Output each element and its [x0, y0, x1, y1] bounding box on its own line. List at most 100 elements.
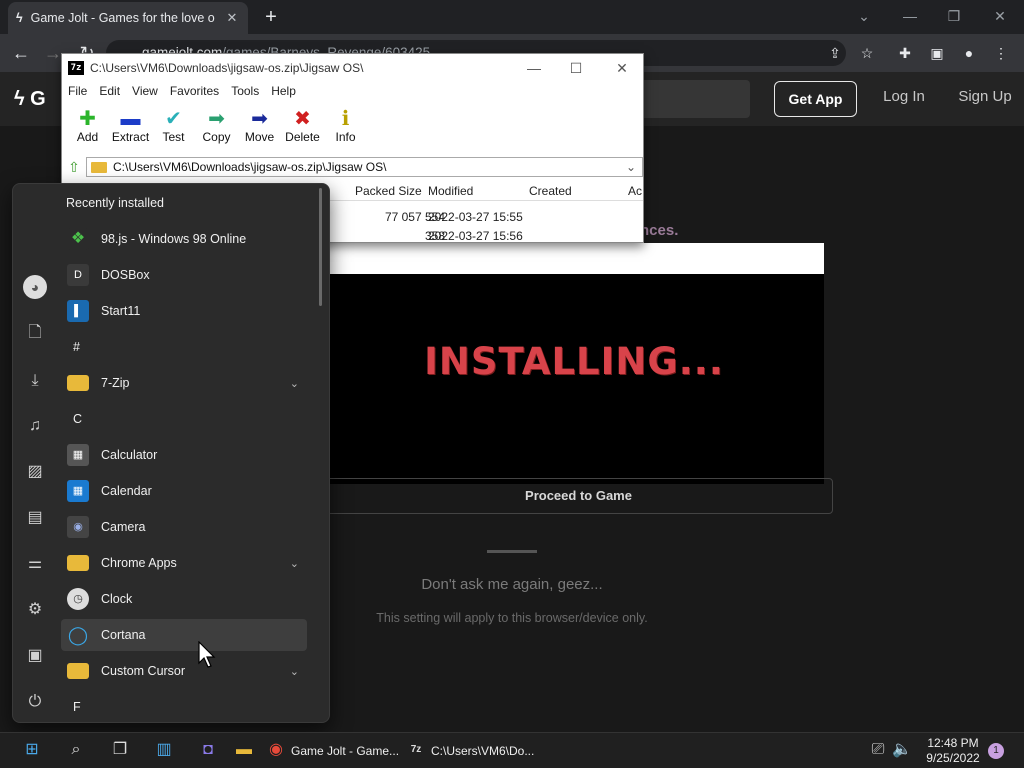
letter-header-c[interactable]: C	[73, 412, 82, 426]
music-icon[interactable]: ♫	[23, 414, 47, 438]
volume-icon[interactable]: 🔈	[890, 738, 914, 762]
app-calendar[interactable]: ▦ Calendar	[61, 475, 307, 507]
tab-close-icon[interactable]: ✕	[224, 10, 240, 26]
app-label: Cortana	[101, 628, 146, 642]
dosbox-icon: D	[67, 264, 89, 286]
calendar-icon: ▦	[67, 480, 89, 502]
documents-icon[interactable]: 🗋	[23, 321, 47, 345]
power-icon[interactable]: ⏻	[23, 690, 47, 714]
sevenzip-taskbar-icon[interactable]: 7z	[404, 738, 428, 762]
notification-badge[interactable]: 1	[988, 743, 1004, 759]
app-label: Calendar	[101, 484, 152, 498]
app-folder-7zip[interactable]: 7-Zip ⌄	[61, 367, 307, 399]
menu-tools[interactable]: Tools	[225, 84, 265, 104]
network-icon[interactable]: ⎚	[866, 738, 890, 762]
get-app-button[interactable]: Get App	[774, 81, 857, 117]
zip-close-icon[interactable]: ✕	[612, 60, 632, 76]
start-left-rail: ◕ 🗋 ⤓ ♫ ▨ ▤ ⚌ ⚙ ▣ ⏻	[13, 184, 57, 724]
sign-up-link[interactable]: Sign Up	[950, 88, 1020, 105]
path-dropdown-icon[interactable]: ⌄	[626, 160, 642, 174]
sevenzip-titlebar[interactable]: 7z C:\Users\VM6\Downloads\jigsaw-os.zip\…	[62, 54, 643, 82]
taskbar-7zip-label[interactable]: C:\Users\VM6\Do...	[431, 744, 534, 758]
browser-tab[interactable]: ϟ Game Jolt - Games for the love o ✕	[8, 2, 248, 34]
personalization-icon[interactable]: ⚌	[23, 552, 47, 576]
start-scrollbar[interactable]	[319, 188, 322, 306]
app-label: Chrome Apps	[101, 556, 177, 570]
bookmark-star-icon[interactable]: ☆	[856, 42, 878, 64]
chrome-icon[interactable]: ◉	[264, 738, 288, 762]
sevenzip-path-input[interactable]: C:\Users\VM6\Downloads\jigsaw-os.zip\Jig…	[86, 157, 643, 177]
move-button[interactable]: ➡ Move	[238, 104, 281, 152]
app-calculator[interactable]: ▦ Calculator	[61, 439, 307, 471]
windows-start-icon[interactable]: ⊞	[20, 738, 44, 762]
app-cortana[interactable]: ◯ Cortana	[61, 619, 307, 651]
col-created[interactable]: Created	[529, 184, 572, 198]
share-icon[interactable]: ⇪	[824, 42, 846, 64]
task-view-icon[interactable]: ❐	[108, 738, 132, 762]
sevenzip-menubar: File Edit View Favorites Tools Help	[62, 84, 643, 104]
app-label: Clock	[101, 592, 133, 606]
profile-icon[interactable]: ●	[958, 42, 980, 64]
move-arrow-icon: ➡	[251, 108, 268, 130]
file-explorer-icon[interactable]: ▣	[23, 644, 47, 668]
up-folder-icon[interactable]: ⇧	[62, 159, 86, 176]
folder-icon	[67, 375, 89, 391]
close-window-icon[interactable]: ✕	[986, 4, 1014, 28]
app-label: Custom Cursor	[101, 664, 186, 678]
new-tab-button[interactable]: +	[260, 6, 282, 28]
widgets-icon[interactable]: ▥	[152, 738, 176, 762]
col-attributes[interactable]: Ac	[628, 184, 642, 198]
kebab-menu-icon[interactable]: ⋮	[990, 42, 1012, 64]
minimize-icon[interactable]: —	[896, 4, 924, 28]
proceed-to-game-button[interactable]: Proceed to Game	[324, 478, 833, 514]
zip-minimize-icon[interactable]: —	[524, 60, 544, 76]
zip-maximize-icon[interactable]: ☐	[566, 60, 586, 76]
add-button[interactable]: ✚ Add	[66, 104, 109, 152]
extract-button[interactable]: ▬ Extract	[109, 104, 152, 152]
letter-header-hash[interactable]: #	[73, 340, 80, 354]
windows98-icon: ❖	[67, 228, 89, 250]
downloads-icon[interactable]: ⤓	[23, 369, 47, 393]
menu-favorites[interactable]: Favorites	[164, 84, 225, 104]
app-camera[interactable]: ◉ Camera	[61, 511, 307, 543]
teams-chat-icon[interactable]: ◘	[196, 738, 220, 762]
app-clock[interactable]: ◷ Clock	[61, 583, 307, 615]
app-98js[interactable]: ❖ 98.js - Windows 98 Online	[61, 223, 307, 255]
search-icon[interactable]: ⌕	[64, 738, 88, 762]
restore-icon[interactable]: ❐	[940, 4, 968, 28]
tab-search-icon[interactable]: ⌄	[850, 4, 878, 28]
delete-button[interactable]: ✖ Delete	[281, 104, 324, 152]
menu-help[interactable]: Help	[265, 84, 302, 104]
preferences-text-fragment: nces.	[640, 222, 679, 239]
pictures-icon[interactable]: ▨	[23, 460, 47, 484]
log-in-link[interactable]: Log In	[872, 88, 936, 105]
dont-ask-link[interactable]: Don't ask me again, geez...	[324, 576, 700, 593]
info-button[interactable]: ℹ Info	[324, 104, 367, 152]
sidepanel-icon[interactable]: ▣	[926, 42, 948, 64]
taskbar-chrome-label[interactable]: Game Jolt - Game...	[291, 744, 399, 758]
taskbar-clock[interactable]: 12:48 PM 9/25/2022	[920, 736, 986, 766]
menu-file[interactable]: File	[62, 84, 93, 104]
user-avatar-icon[interactable]: ◕	[23, 275, 47, 299]
network-folder-icon[interactable]: ▤	[23, 506, 47, 530]
setting-note: This setting will apply to this browser/…	[376, 611, 648, 625]
app-dosbox[interactable]: D DOSBox	[61, 259, 307, 291]
menu-edit[interactable]: Edit	[93, 84, 126, 104]
col-modified[interactable]: Modified	[428, 184, 473, 198]
extensions-icon[interactable]: ✚	[894, 42, 916, 64]
file-explorer-taskbar-icon[interactable]: ▬	[232, 738, 256, 762]
app-start11[interactable]: ▌ Start11	[61, 295, 307, 327]
gamejolt-logo-icon[interactable]: ϟ G	[14, 88, 46, 111]
test-button[interactable]: ✔ Test	[152, 104, 195, 152]
letter-header-f[interactable]: F	[73, 700, 81, 714]
col-packed-size[interactable]: Packed Size	[355, 184, 422, 198]
cortana-icon: ◯	[67, 625, 89, 645]
menu-view[interactable]: View	[126, 84, 164, 104]
recently-installed-label: Recently installed	[66, 196, 164, 210]
back-arrow-icon[interactable]: ←	[10, 42, 32, 64]
app-folder-chrome-apps[interactable]: Chrome Apps ⌄	[61, 547, 307, 579]
game-frame-top	[324, 243, 824, 275]
copy-button[interactable]: ➡ Copy	[195, 104, 238, 152]
app-folder-custom-cursor[interactable]: Custom Cursor ⌄	[61, 655, 307, 687]
settings-gear-icon[interactable]: ⚙	[23, 598, 47, 622]
